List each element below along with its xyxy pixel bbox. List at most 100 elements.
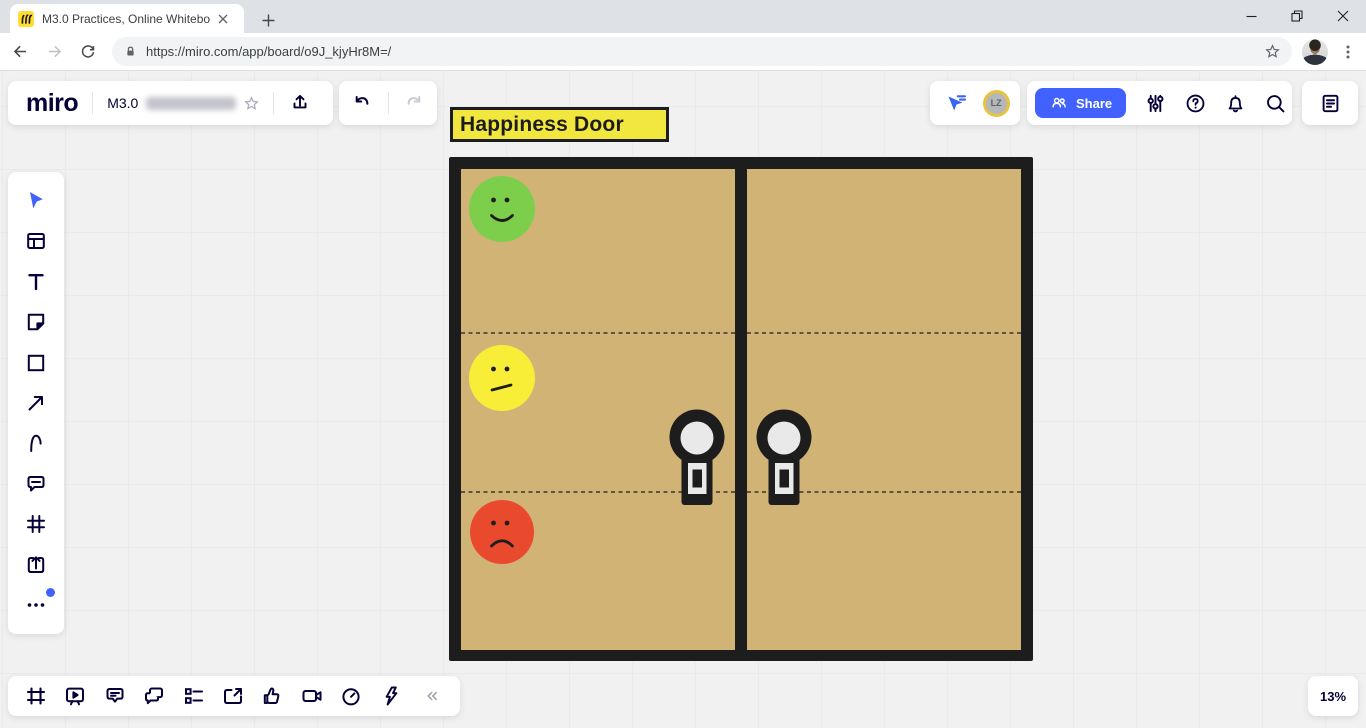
pen-icon xyxy=(24,431,48,455)
more-tools[interactable] xyxy=(22,591,50,619)
collapse-toolbar-button[interactable] xyxy=(413,680,452,712)
padlock-icon xyxy=(122,43,139,60)
export-button[interactable] xyxy=(284,87,316,119)
comments-icon xyxy=(103,684,127,708)
collab-cursor-icon xyxy=(944,91,968,115)
redo-button[interactable] xyxy=(398,87,430,119)
address-bar[interactable]: https://miro.com/app/board/o9J_kjyHr8M=/ xyxy=(112,37,1292,66)
search-icon xyxy=(1264,92,1287,115)
search-button[interactable] xyxy=(1259,87,1291,119)
arrow-icon xyxy=(24,391,48,415)
sticky-note-icon xyxy=(24,310,48,334)
bookmark-star-icon[interactable] xyxy=(1263,42,1282,61)
frames-icon xyxy=(24,684,48,708)
sad-face[interactable] xyxy=(470,500,534,564)
frame-icon xyxy=(24,512,48,536)
browser-navbar: https://miro.com/app/board/o9J_kjyHr8M=/ xyxy=(0,33,1366,71)
thumbs-up-icon xyxy=(260,684,284,708)
shape-tool[interactable] xyxy=(22,349,50,377)
templates-icon xyxy=(24,229,48,253)
people-icon xyxy=(1049,93,1069,113)
chat-icon xyxy=(142,684,166,708)
happy-face[interactable] xyxy=(469,176,535,242)
back-button[interactable] xyxy=(6,38,34,66)
presentation-icon xyxy=(63,684,87,708)
board-settings-button[interactable] xyxy=(1139,87,1171,119)
cards-button[interactable] xyxy=(174,680,213,712)
avatar-initials: LZ xyxy=(991,98,1002,108)
presence-card: LZ xyxy=(930,81,1020,125)
shape-icon xyxy=(24,351,48,375)
screen-share-icon xyxy=(221,684,245,708)
door-panel-right[interactable] xyxy=(747,169,1021,650)
chat-button[interactable] xyxy=(134,680,173,712)
comment-tool[interactable] xyxy=(22,470,50,498)
cards-icon xyxy=(182,684,206,708)
browser-profile-avatar[interactable] xyxy=(1302,39,1328,65)
board-title[interactable]: M3.0 xyxy=(107,95,138,111)
timer-button[interactable] xyxy=(332,680,371,712)
zoom-indicator[interactable]: 13% xyxy=(1308,676,1358,716)
creation-toolbar xyxy=(8,172,64,634)
undo-icon xyxy=(351,92,373,114)
browser-menu-kebab-icon[interactable] xyxy=(1334,38,1362,66)
screen: { "browser": { "tab_title": "M3.0 Practi… xyxy=(0,0,1366,728)
divider xyxy=(273,92,274,114)
actions-card: Share xyxy=(1027,81,1292,125)
pen-tool[interactable] xyxy=(22,429,50,457)
tab-close-icon[interactable] xyxy=(214,10,231,27)
collab-cursors-toggle[interactable] xyxy=(940,87,972,119)
ellipsis-icon xyxy=(24,593,48,617)
collaboration-toolbar xyxy=(8,676,460,716)
window-restore-button[interactable] xyxy=(1274,0,1320,32)
board-title-blurred xyxy=(146,97,236,110)
tab-title: M3.0 Practices, Online Whiteboa xyxy=(42,12,210,26)
templates-tool[interactable] xyxy=(22,227,50,255)
share-button[interactable]: Share xyxy=(1035,88,1126,118)
divider xyxy=(92,92,93,114)
help-button[interactable] xyxy=(1179,87,1211,119)
miro-favicon xyxy=(18,11,34,27)
redo-icon xyxy=(403,92,425,114)
window-minimize-button[interactable] xyxy=(1228,0,1274,32)
reload-button[interactable] xyxy=(74,38,102,66)
new-feature-dot xyxy=(46,588,55,597)
comments-panel-button[interactable] xyxy=(95,680,134,712)
bell-icon xyxy=(1224,92,1247,115)
reactions-button[interactable] xyxy=(253,680,292,712)
sliders-icon xyxy=(1144,92,1167,115)
text-tool[interactable] xyxy=(22,268,50,296)
divider xyxy=(388,92,389,114)
timer-icon xyxy=(339,684,363,708)
select-tool[interactable] xyxy=(22,187,50,215)
window-close-button[interactable] xyxy=(1320,0,1366,32)
notes-panel-button[interactable] xyxy=(1314,87,1346,119)
undo-button[interactable] xyxy=(346,87,378,119)
new-tab-button[interactable] xyxy=(256,8,280,32)
forward-button[interactable] xyxy=(40,38,68,66)
screen-share-button[interactable] xyxy=(213,680,252,712)
happiness-door-shape[interactable] xyxy=(449,157,1033,661)
frame-tool[interactable] xyxy=(22,510,50,538)
happiness-door-title[interactable]: Happiness Door xyxy=(450,107,669,142)
help-icon xyxy=(1184,92,1207,115)
zoom-level: 13% xyxy=(1320,689,1346,704)
browser-tab[interactable]: M3.0 Practices, Online Whiteboa xyxy=(10,4,244,33)
notifications-button[interactable] xyxy=(1219,87,1251,119)
notes-card xyxy=(1302,81,1358,125)
neutral-face[interactable] xyxy=(469,345,535,411)
quick-actions-button[interactable] xyxy=(371,680,410,712)
user-avatar[interactable]: LZ xyxy=(983,90,1010,117)
presentation-mode-button[interactable] xyxy=(55,680,94,712)
comment-icon xyxy=(24,472,48,496)
favorite-star-icon[interactable] xyxy=(242,94,261,113)
sticky-note-tool[interactable] xyxy=(22,308,50,336)
board-header-card: miro M3.0 xyxy=(8,81,333,125)
board-canvas[interactable]: Happiness Door xyxy=(0,71,1366,728)
chevrons-left-icon xyxy=(422,686,442,706)
arrow-tool[interactable] xyxy=(22,389,50,417)
video-chat-button[interactable] xyxy=(292,680,331,712)
upload-tool[interactable] xyxy=(22,551,50,579)
frames-panel-button[interactable] xyxy=(16,680,55,712)
lightning-icon xyxy=(379,684,403,708)
